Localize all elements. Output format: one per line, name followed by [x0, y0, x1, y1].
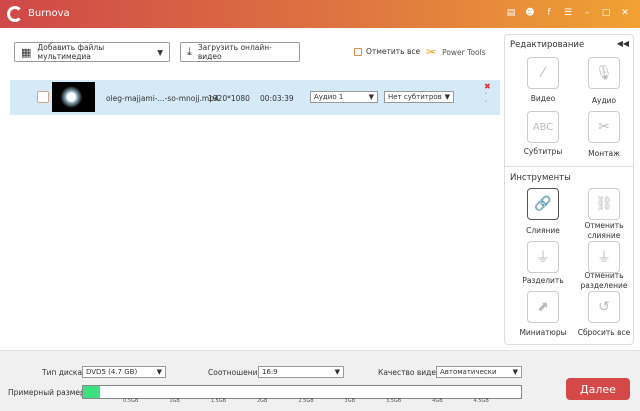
unmerge-button[interactable]: ⛓ — [588, 188, 620, 220]
size-tick-label: 3.5GB — [385, 398, 402, 404]
download-online-button[interactable]: ⤓ Загрузить онлайн-видео — [180, 42, 300, 62]
microphone-icon: 🎙 — [595, 65, 613, 81]
merge-button[interactable]: 🔗 — [527, 188, 559, 220]
table-row[interactable]: oleg-majjami-...-so-mnojj.mp4 1920*1080 … — [10, 80, 500, 115]
move-down-icon[interactable]: ˅ — [484, 100, 488, 108]
chevron-down-icon: ▼ — [444, 93, 450, 101]
thumbnail-icon: ⬈ — [537, 299, 549, 315]
split-button[interactable]: ⏚ — [527, 241, 559, 273]
feedback-icon[interactable]: ☻ — [525, 8, 535, 18]
power-tools-button[interactable]: ✂ Power Tools — [426, 45, 486, 59]
clip-edit-label: Монтаж — [588, 149, 620, 158]
ratio-select[interactable]: 16:9 ▼ — [258, 366, 344, 378]
disc-type-label: Тип диска — [42, 368, 83, 377]
chevron-down-icon: ▼ — [368, 93, 374, 101]
download-online-label: Загрузить онлайн-видео — [197, 43, 272, 61]
reset-icon: ↺ — [598, 299, 610, 315]
row-checkbox[interactable] — [37, 91, 49, 103]
subtitle-select[interactable]: Нет субтитров ▼ — [384, 91, 454, 103]
chevron-down-icon: ▼ — [512, 368, 518, 376]
merge-label: Слияние — [526, 226, 560, 235]
link-icon: 🔗 — [534, 196, 552, 212]
maximize-icon[interactable]: □ — [601, 8, 611, 18]
quality-select[interactable]: Автоматически ▼ — [436, 366, 522, 378]
subtitle-value: Нет субтитров — [388, 93, 442, 101]
video-edit-button[interactable]: ⁄ — [527, 57, 559, 89]
file-name: oleg-majjami-...-so-mnojj.mp4 — [106, 94, 219, 103]
minimize-icon[interactable]: – — [582, 8, 592, 18]
size-tick-label: 2GB — [256, 398, 268, 404]
video-thumbnail — [52, 82, 95, 112]
size-meter: 0.5GB 1GB 1.5GB 2GB 2.5GB 3GB 3.5GB 4GB 4.5GB — [82, 385, 522, 404]
move-up-icon[interactable]: ˄ — [484, 92, 488, 100]
size-tick-label: 1GB — [169, 398, 180, 404]
document-icon[interactable]: ▤ — [506, 8, 516, 18]
app-title: Burnova — [28, 8, 70, 19]
audio-edit-button[interactable]: 🎙 — [588, 57, 620, 89]
app-logo-icon — [7, 6, 23, 22]
thumbnails-button[interactable]: ⬈ — [527, 291, 559, 323]
close-icon[interactable]: ✕ — [620, 8, 630, 18]
tools-section-title: Инструменты — [510, 173, 571, 183]
tools-icon: ✂ — [426, 45, 437, 59]
download-icon: ⤓ — [187, 45, 192, 58]
reset-all-label: Сбросить все — [577, 328, 631, 337]
subtitle-edit-label: Субтитры — [523, 147, 563, 156]
thumbnails-label: Миниатюры — [519, 328, 567, 337]
size-label: Примерный размер: — [8, 388, 88, 397]
size-tick-label: 3GB — [344, 398, 356, 404]
size-tick-label: 1.5GB — [210, 398, 227, 404]
audio-value: Аудио 1 — [314, 93, 344, 101]
add-media-label: Добавить файлы мультимедиа — [37, 43, 105, 61]
unsplit-button[interactable]: ⏚ — [588, 241, 620, 273]
unmerge-label: Отменить слияние — [584, 221, 624, 240]
edit-panel: Редактирование ◀◀ ⁄ Видео 🎙 Аудио ABC Су… — [504, 34, 634, 345]
facebook-icon[interactable]: f — [544, 8, 554, 18]
select-all-checkbox[interactable]: Отметить все — [354, 47, 420, 56]
collapse-icon[interactable]: ◀◀ — [617, 39, 629, 48]
size-tick-label: 2.5GB — [298, 398, 314, 404]
quality-label: Качество видео: — [378, 368, 444, 377]
abc-icon: ABC — [532, 121, 554, 133]
next-button[interactable]: Далее — [566, 378, 630, 400]
select-all-label: Отметить все — [366, 47, 421, 56]
remove-icon[interactable]: ✖ — [484, 82, 491, 91]
size-fill — [83, 386, 100, 398]
video-edit-label: Видео — [530, 94, 556, 103]
audio-edit-label: Аудио — [591, 96, 617, 105]
unsplit-icon: ⏚ — [597, 250, 611, 266]
chevron-down-icon: ▼ — [156, 368, 162, 376]
ratio-label: Соотношение: — [208, 368, 265, 377]
title-bar: Burnova ▤ ☻ f ☰ – □ ✕ — [0, 0, 640, 28]
reset-all-button[interactable]: ↺ — [588, 291, 620, 323]
edit-section-title: Редактирование — [510, 40, 585, 50]
bottom-bar — [0, 350, 640, 411]
unlink-icon: ⛓ — [595, 196, 613, 212]
size-tick-label: 4.5GB — [473, 398, 489, 404]
menu-icon[interactable]: ☰ — [563, 8, 573, 18]
power-tools-label: Power Tools — [442, 47, 486, 57]
unsplit-label: Отменить разделение — [580, 271, 628, 290]
ratio-value: 16:9 — [262, 368, 278, 376]
split-icon: ⏚ — [536, 250, 550, 266]
magic-wand-icon: ⁄ — [541, 65, 545, 81]
add-media-button[interactable]: ▦ Добавить файлы мультимедиа ▼ — [14, 42, 170, 62]
chevron-down-icon: ▼ — [334, 368, 340, 376]
divider — [505, 166, 633, 167]
add-file-icon: ▦ — [21, 45, 32, 59]
file-duration: 00:03:39 — [260, 94, 294, 103]
checkbox-icon — [354, 47, 362, 56]
chevron-down-icon: ▼ — [157, 47, 163, 57]
subtitle-edit-button[interactable]: ABC — [527, 111, 559, 143]
disc-type-select[interactable]: DVD5 (4.7 GB) ▼ — [82, 366, 166, 378]
size-tick-label: 4GB — [432, 398, 443, 404]
disc-type-value: DVD5 (4.7 GB) — [86, 368, 138, 376]
split-label: Разделить — [522, 276, 564, 285]
quality-value: Автоматически — [440, 368, 497, 376]
scissors-icon: ✂ — [598, 119, 610, 135]
size-tick-label: 0.5GB — [123, 398, 139, 404]
audio-select[interactable]: Аудио 1 ▼ — [310, 91, 378, 103]
clip-edit-button[interactable]: ✂ — [588, 111, 620, 143]
file-resolution: 1920*1080 — [208, 94, 250, 103]
